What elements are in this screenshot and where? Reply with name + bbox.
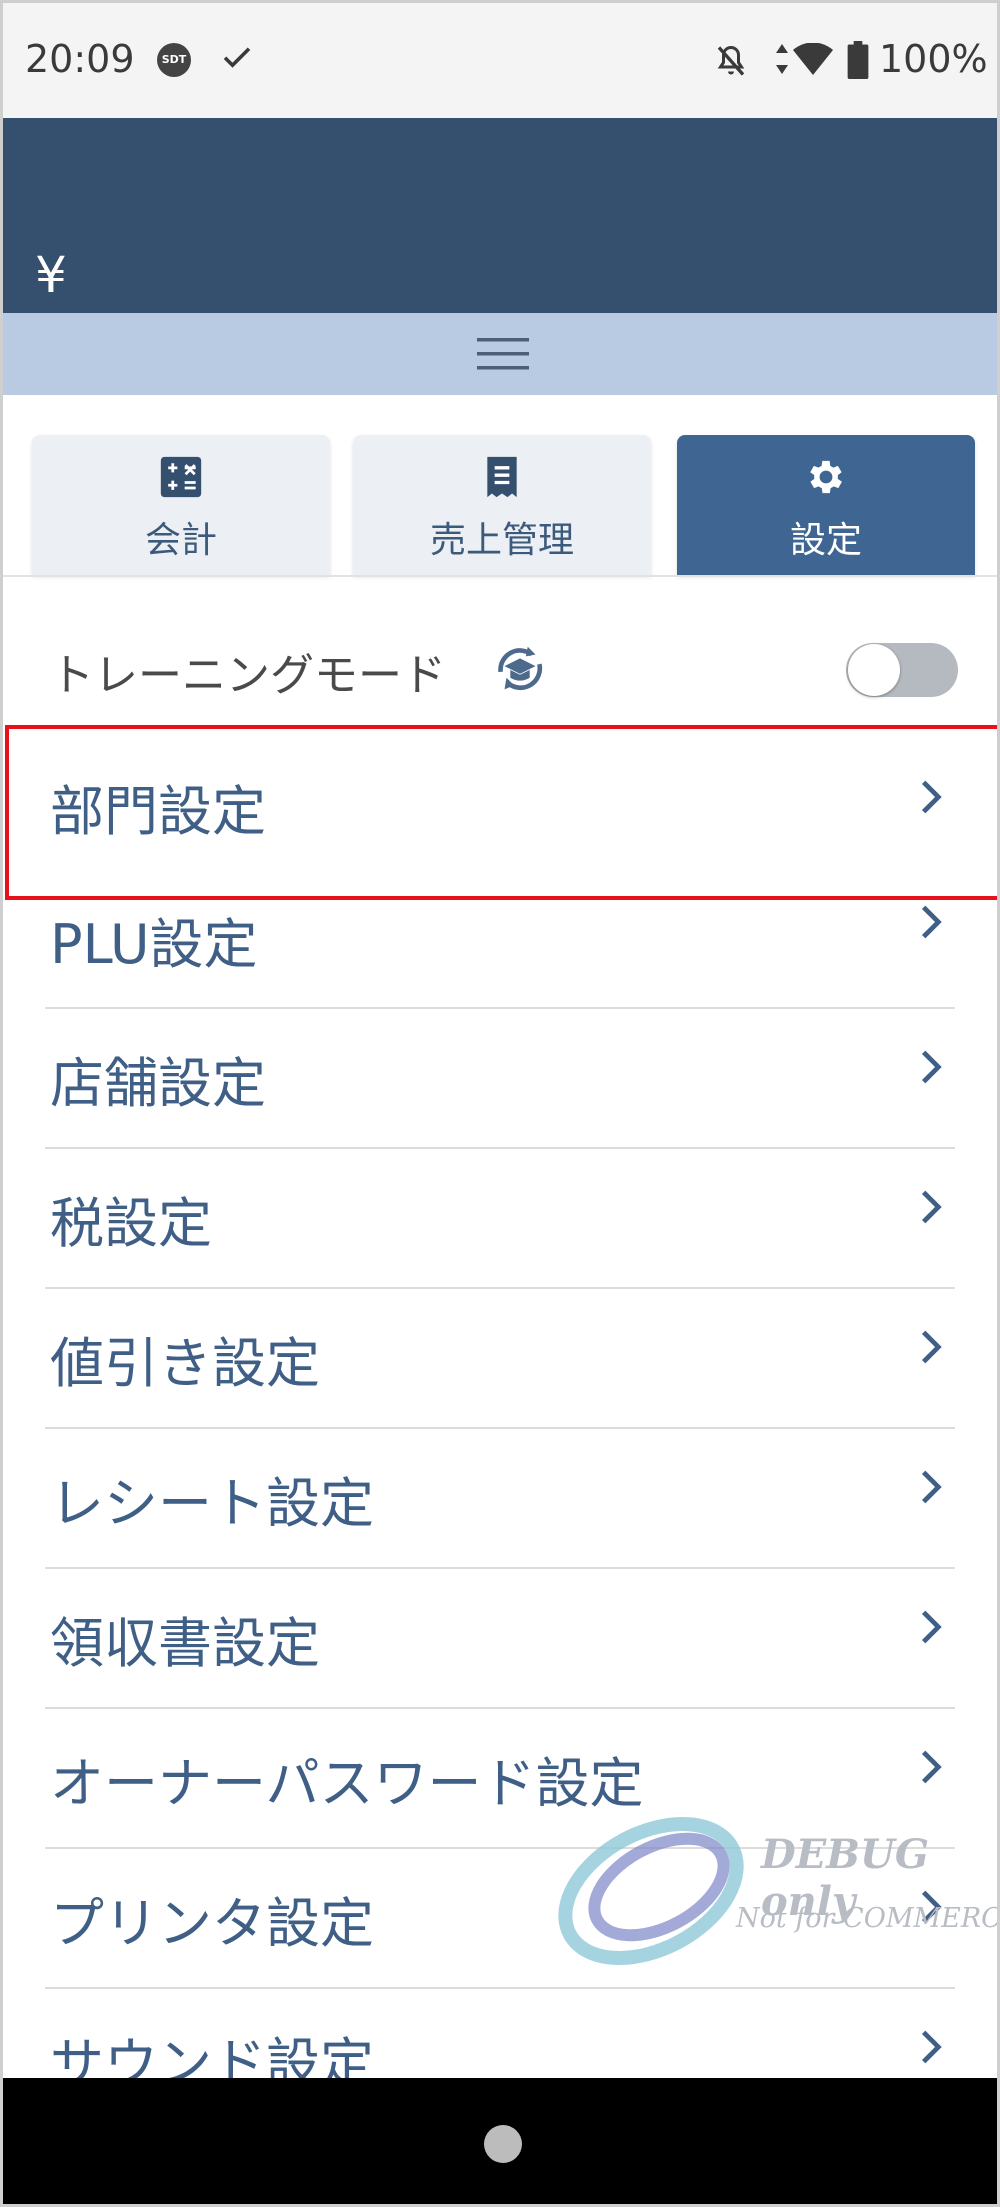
setting-item-invoice[interactable]: 領収書設定 [3,1569,997,1709]
setting-label: 値引き設定 [50,1332,320,1395]
amount-display: ¥ [35,246,67,304]
system-nav-bar [3,2078,997,2204]
chevron-right-icon [921,1330,942,1364]
main-tabs: 会計 売上管理 設定 [3,395,997,575]
setting-item-discount[interactable]: 値引き設定 [3,1289,997,1429]
tab-label: 売上管理 [429,520,574,561]
setting-item-store[interactable]: 店舗設定 [3,1009,997,1149]
chevron-right-icon [921,2030,942,2064]
gear-icon [810,460,842,494]
training-mode-label: トレーニングモード [50,650,446,701]
training-mode-row: トレーニングモード [3,577,997,725]
menu-bar[interactable] [3,313,997,395]
wifi-icon [793,43,833,75]
hamburger-menu-icon[interactable] [477,334,529,374]
setting-item-receipt[interactable]: レシート設定 [3,1429,997,1569]
setting-item-tax[interactable]: 税設定 [3,1149,997,1289]
home-button[interactable] [484,2125,522,2163]
chevron-right-icon [921,1610,942,1644]
tab-checkout[interactable]: 会計 [32,435,330,575]
setting-label: 店舗設定 [50,1052,266,1115]
app-header: ¥ [3,118,997,313]
sdt-notification-icon: SDT [157,43,191,77]
setting-label: プリンタ設定 [50,1892,374,1955]
debug-watermark: DEBUG only Not for COMMERCIAL [551,1803,1000,1983]
check-icon [223,47,251,68]
setting-label: レシート設定 [50,1472,374,1535]
chevron-right-icon [921,1190,942,1224]
status-bar: 20:09 SDT 100% [3,3,997,118]
mobile-data-icon [776,44,788,74]
app-screen: 20:09 SDT 100% ¥ 会計 売上管理 設定 トレーニングモード 部門… [0,0,1000,2207]
battery-icon [847,41,869,79]
training-mode-icon [498,646,543,691]
setting-label: 領収書設定 [50,1612,320,1675]
status-time: 20:09 [25,37,135,81]
watermark-line2: Not for COMMERCIAL [736,1903,1000,1934]
tab-sales-management[interactable]: 売上管理 [353,435,651,575]
watermark-logo-icon [558,1817,744,1965]
tab-settings[interactable]: 設定 [677,435,975,575]
chevron-right-icon [921,1470,942,1504]
tab-label: 設定 [789,520,862,561]
setting-label: 税設定 [50,1192,212,1255]
battery-level: 100% [879,37,988,81]
notifications-off-icon [717,45,745,76]
chevron-right-icon [921,1750,942,1784]
calculator-icon [160,456,202,498]
training-mode-toggle[interactable] [846,643,958,697]
chevron-right-icon [921,1050,942,1084]
highlight-box [5,725,997,900]
toggle-knob [848,644,900,696]
receipt-icon [487,456,517,498]
divider-wrap [3,899,997,1009]
tab-label: 会計 [144,520,217,561]
